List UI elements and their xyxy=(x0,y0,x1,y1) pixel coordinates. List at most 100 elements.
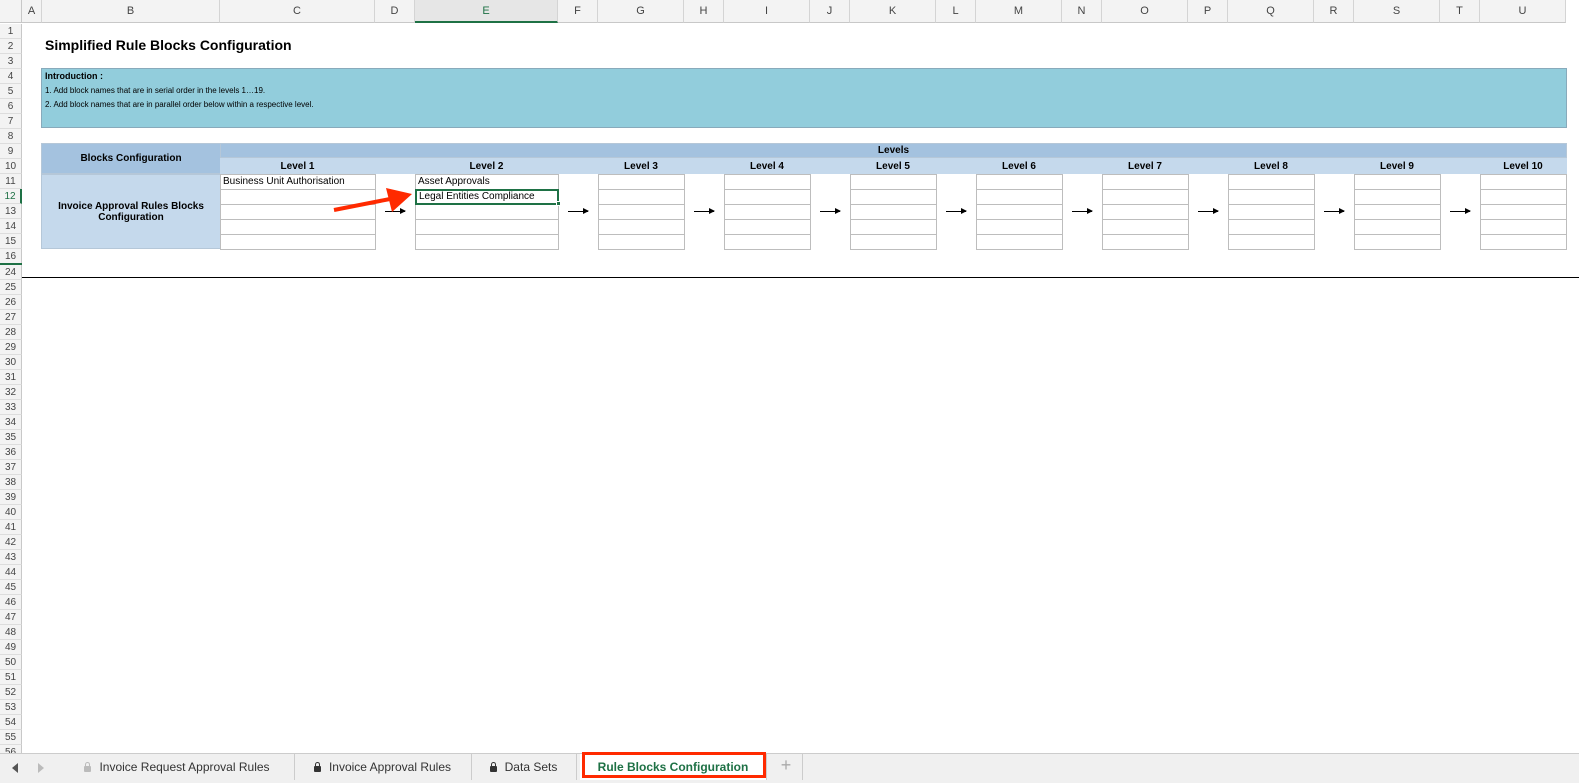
level-2-block-cell[interactable] xyxy=(415,204,559,220)
row-header-29[interactable]: 29 xyxy=(0,340,22,355)
row-header-8[interactable]: 8 xyxy=(0,129,22,144)
row-header-7[interactable]: 7 xyxy=(0,114,22,129)
level-4-block-cell[interactable] xyxy=(724,174,811,190)
spreadsheet-grid[interactable]: A B C D E F G H I J K L M N O P Q R S T U 1 2 3 4 5 6 7 8 9 10 11 12 13 14… xyxy=(0,0,1579,753)
row-header-10[interactable]: 10 xyxy=(0,159,22,174)
column-header-P[interactable]: P xyxy=(1188,0,1228,23)
level-3-block-cell[interactable] xyxy=(598,234,685,250)
row-header-16[interactable]: 16 xyxy=(0,249,22,264)
column-header-K[interactable]: K xyxy=(850,0,936,23)
column-header-H[interactable]: H xyxy=(684,0,724,23)
sheet-tab-data-sets[interactable]: Data Sets xyxy=(471,754,577,780)
row-header-51[interactable]: 51 xyxy=(0,670,22,685)
level-1-block-cell[interactable] xyxy=(220,219,376,235)
row-header-31[interactable]: 31 xyxy=(0,370,22,385)
row-header-14[interactable]: 14 xyxy=(0,219,22,234)
column-header-L[interactable]: L xyxy=(936,0,976,23)
row-header-1[interactable]: 1 xyxy=(0,24,22,39)
row-header-32[interactable]: 32 xyxy=(0,385,22,400)
sheet-tab-invoice-approval-rules[interactable]: Invoice Approval Rules xyxy=(294,754,472,780)
row-header-11[interactable]: 11 xyxy=(0,174,22,189)
column-header-I[interactable]: I xyxy=(724,0,810,23)
row-header-38[interactable]: 38 xyxy=(0,475,22,490)
row-header-3[interactable]: 3 xyxy=(0,54,22,69)
row-header-42[interactable]: 42 xyxy=(0,535,22,550)
level-3-block-cell[interactable] xyxy=(598,189,685,205)
level-10-block-cell[interactable] xyxy=(1480,219,1567,235)
row-header-54[interactable]: 54 xyxy=(0,715,22,730)
row-header-41[interactable]: 41 xyxy=(0,520,22,535)
column-header-J[interactable]: J xyxy=(810,0,850,23)
level-10-block-cell[interactable] xyxy=(1480,234,1567,250)
tab-scroll-right-button[interactable] xyxy=(38,763,44,773)
level-8-block-cell[interactable] xyxy=(1228,204,1315,220)
row-header-12[interactable]: 12 xyxy=(0,189,22,204)
level-5-block-cell[interactable] xyxy=(850,204,937,220)
fill-handle[interactable] xyxy=(556,201,561,206)
row-header-49[interactable]: 49 xyxy=(0,640,22,655)
row-header-52[interactable]: 52 xyxy=(0,685,22,700)
level-10-block-cell[interactable] xyxy=(1480,189,1567,205)
column-header-E[interactable]: E xyxy=(415,0,558,23)
column-header-N[interactable]: N xyxy=(1062,0,1102,23)
level-7-block-cell[interactable] xyxy=(1102,219,1189,235)
row-header-26[interactable]: 26 xyxy=(0,295,22,310)
row-header-34[interactable]: 34 xyxy=(0,415,22,430)
row-header-45[interactable]: 45 xyxy=(0,580,22,595)
tab-scroll-left-button[interactable] xyxy=(12,763,18,773)
level-6-block-cell[interactable] xyxy=(976,219,1063,235)
row-header-53[interactable]: 53 xyxy=(0,700,22,715)
column-header-O[interactable]: O xyxy=(1102,0,1188,23)
level-3-block-cell[interactable] xyxy=(598,219,685,235)
row-header-15[interactable]: 15 xyxy=(0,234,22,249)
level-8-block-cell[interactable] xyxy=(1228,174,1315,190)
row-header-37[interactable]: 37 xyxy=(0,460,22,475)
row-header-13[interactable]: 13 xyxy=(0,204,22,219)
level-7-block-cell[interactable] xyxy=(1102,234,1189,250)
row-header-47[interactable]: 47 xyxy=(0,610,22,625)
row-header-2[interactable]: 2 xyxy=(0,39,22,54)
level-4-block-cell[interactable] xyxy=(724,219,811,235)
level-6-block-cell[interactable] xyxy=(976,189,1063,205)
row-header-56[interactable]: 56 xyxy=(0,745,22,753)
level-9-block-cell[interactable] xyxy=(1354,234,1441,250)
column-header-R[interactable]: R xyxy=(1314,0,1354,23)
level-6-block-cell[interactable] xyxy=(976,234,1063,250)
add-sheet-button[interactable]: + xyxy=(776,755,796,779)
level-6-block-cell[interactable] xyxy=(976,204,1063,220)
level-6-block-cell[interactable] xyxy=(976,174,1063,190)
row-header-40[interactable]: 40 xyxy=(0,505,22,520)
level-7-block-cell[interactable] xyxy=(1102,174,1189,190)
level-4-block-cell[interactable] xyxy=(724,204,811,220)
row-header-46[interactable]: 46 xyxy=(0,595,22,610)
level-7-block-cell[interactable] xyxy=(1102,189,1189,205)
row-header-48[interactable]: 48 xyxy=(0,625,22,640)
row-header-6[interactable]: 6 xyxy=(0,99,22,114)
level-5-block-cell[interactable] xyxy=(850,174,937,190)
row-header-25[interactable]: 25 xyxy=(0,280,22,295)
level-9-block-cell[interactable] xyxy=(1354,174,1441,190)
row-header-35[interactable]: 35 xyxy=(0,430,22,445)
column-header-C[interactable]: C xyxy=(220,0,375,23)
level-5-block-cell[interactable] xyxy=(850,219,937,235)
selected-cell-E12[interactable]: Legal Entities Compliance xyxy=(415,189,559,205)
row-header-39[interactable]: 39 xyxy=(0,490,22,505)
level-4-block-cell[interactable] xyxy=(724,234,811,250)
level-5-block-cell[interactable] xyxy=(850,234,937,250)
level-5-block-cell[interactable] xyxy=(850,189,937,205)
select-all-corner[interactable] xyxy=(0,0,22,23)
level-3-block-cell[interactable] xyxy=(598,174,685,190)
level-9-block-cell[interactable] xyxy=(1354,219,1441,235)
row-header-33[interactable]: 33 xyxy=(0,400,22,415)
level-9-block-cell[interactable] xyxy=(1354,189,1441,205)
column-header-A[interactable]: A xyxy=(22,0,42,23)
level-8-block-cell[interactable] xyxy=(1228,234,1315,250)
sheet-tab-invoice-request-approval-rules[interactable]: Invoice Request Approval Rules xyxy=(60,754,295,780)
level-2-block-cell[interactable] xyxy=(415,219,559,235)
row-header-4[interactable]: 4 xyxy=(0,69,22,84)
row-header-50[interactable]: 50 xyxy=(0,655,22,670)
level-10-block-cell[interactable] xyxy=(1480,174,1567,190)
row-header-43[interactable]: 43 xyxy=(0,550,22,565)
row-header-27[interactable]: 27 xyxy=(0,310,22,325)
level-3-block-cell[interactable] xyxy=(598,204,685,220)
